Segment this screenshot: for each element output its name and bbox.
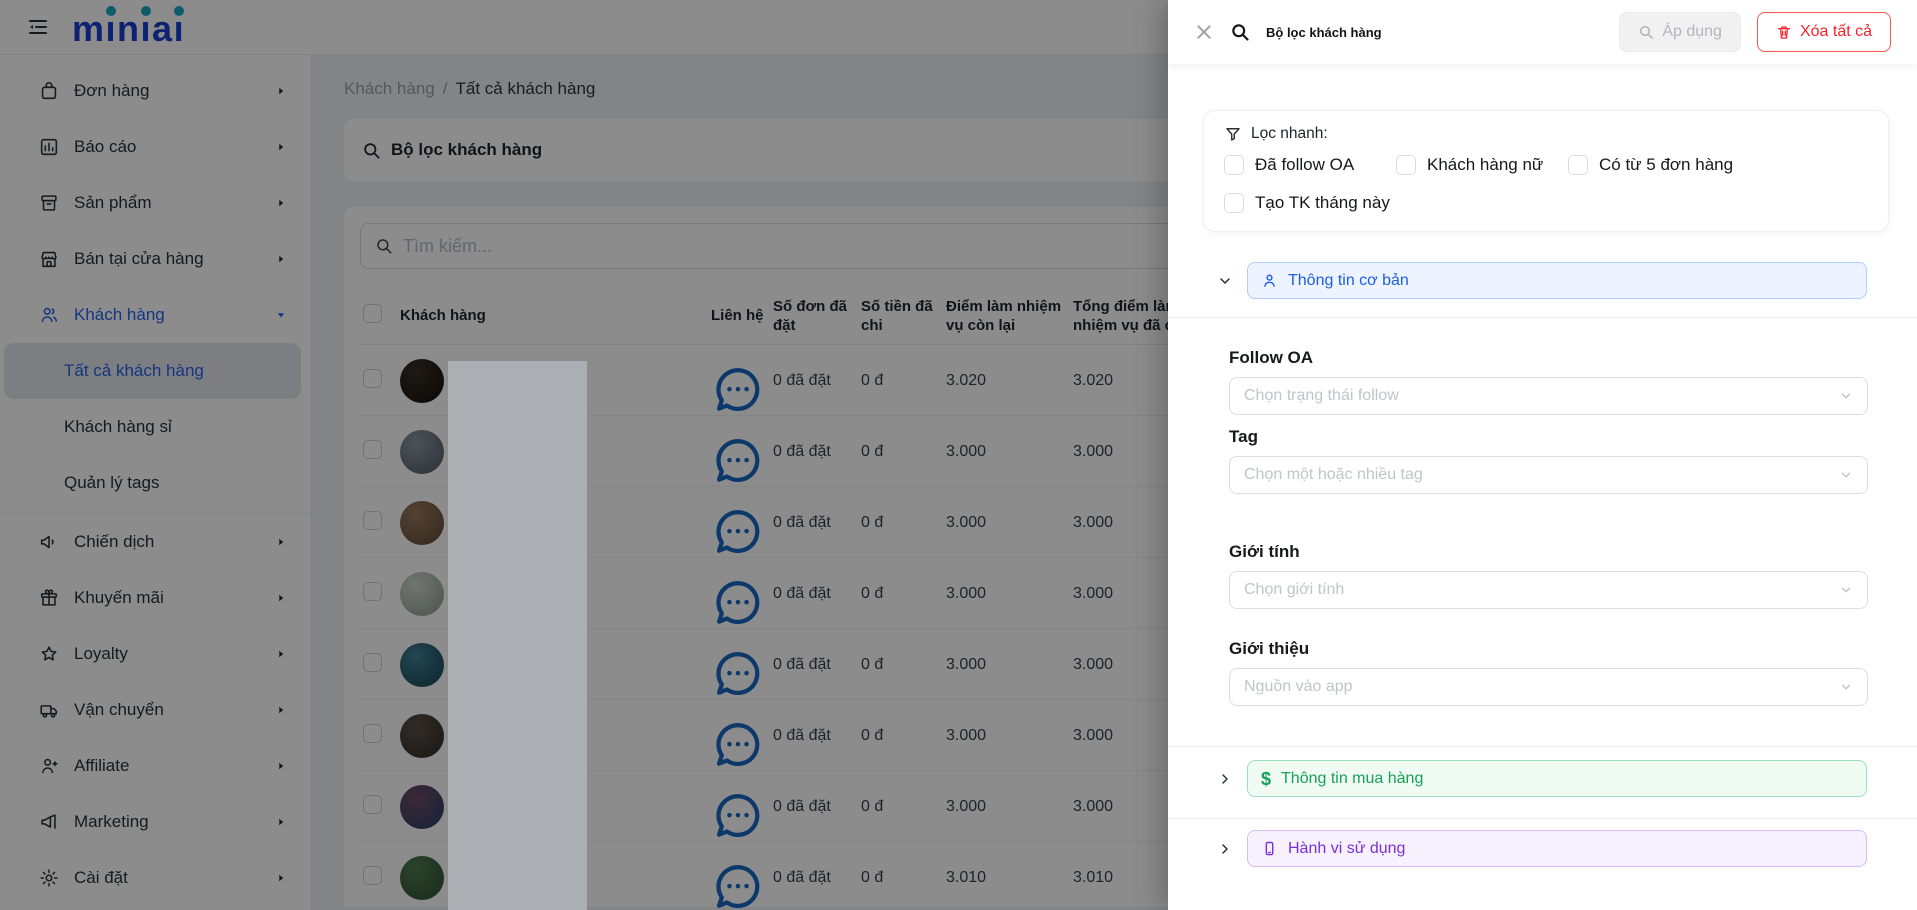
funnel-icon <box>1224 125 1242 143</box>
quick-filters-title: Lọc nhanh: <box>1224 125 1868 143</box>
chevron-down-icon <box>1839 583 1853 597</box>
chevron-right-icon[interactable] <box>1217 771 1233 787</box>
divider <box>1168 746 1917 747</box>
quick-filter-5-orders[interactable]: Có từ 5 đơn hàng <box>1568 155 1868 175</box>
field-gender: Giới tính Chọn giới tính <box>1229 542 1868 609</box>
clear-all-button[interactable]: Xóa tất cả <box>1757 12 1891 52</box>
quick-filter-female[interactable]: Khách hàng nữ <box>1396 155 1568 175</box>
follow-oa-select[interactable]: Chọn trạng thái follow <box>1229 377 1868 415</box>
chevron-down-icon[interactable] <box>1217 273 1233 289</box>
quick-filter-follow-oa[interactable]: Đã follow OA <box>1224 155 1396 175</box>
section-purchase-info: $ Thông tin mua hàng <box>1168 760 1917 797</box>
filter-search-icon <box>1230 22 1250 42</box>
section-basic-info: Thông tin cơ bản <box>1168 262 1917 299</box>
phone-icon <box>1261 840 1278 857</box>
referral-select[interactable]: Nguồn vào app <box>1229 668 1868 706</box>
basic-info-form: Follow OA Chọn trạng thái follow Tag Chọ… <box>1168 348 1917 706</box>
field-follow-oa: Follow OA Chọn trạng thái follow <box>1229 348 1868 415</box>
checkbox[interactable] <box>1568 155 1588 175</box>
checkbox[interactable] <box>1396 155 1416 175</box>
checkbox[interactable] <box>1224 155 1244 175</box>
chevron-right-icon[interactable] <box>1217 841 1233 857</box>
gender-select[interactable]: Chọn giới tính <box>1229 571 1868 609</box>
tag-select[interactable]: Chọn một hoặc nhiều tag <box>1229 456 1868 494</box>
redaction-overlay <box>448 361 587 910</box>
chevron-down-icon <box>1839 468 1853 482</box>
field-tag: Tag Chọn một hoặc nhiều tag <box>1229 427 1868 494</box>
section-usage-behavior-bar[interactable]: Hành vi sử dụng <box>1247 830 1867 867</box>
panel-title: Bộ lọc khách hàng <box>1266 25 1382 40</box>
customer-filter-panel: Bộ lọc khách hàng Áp dụng Xóa tất cả <box>1168 0 1917 910</box>
close-icon[interactable] <box>1194 22 1214 42</box>
trash-icon <box>1776 24 1792 40</box>
apply-button[interactable]: Áp dụng <box>1619 12 1741 52</box>
person-icon <box>1261 272 1278 289</box>
section-basic-info-bar[interactable]: Thông tin cơ bản <box>1247 262 1867 299</box>
chevron-down-icon <box>1839 389 1853 403</box>
field-referral: Giới thiệu Nguồn vào app <box>1229 639 1868 706</box>
screen: mınıaı Đơn hàngBáo cáoSản phẩmBán tại cử… <box>0 0 1917 910</box>
section-usage-behavior: Hành vi sử dụng <box>1168 830 1917 867</box>
search-icon <box>1638 24 1654 40</box>
quick-filter-created-this-month[interactable]: Tạo TK tháng này <box>1224 193 1396 213</box>
checkbox[interactable] <box>1224 193 1244 213</box>
quick-filter-options: Đã follow OA Khách hàng nữ Có từ 5 đơn h… <box>1224 155 1868 213</box>
section-purchase-info-bar[interactable]: $ Thông tin mua hàng <box>1247 760 1867 797</box>
divider <box>1168 818 1917 819</box>
panel-header: Bộ lọc khách hàng Áp dụng Xóa tất cả <box>1168 0 1917 64</box>
chevron-down-icon <box>1839 680 1853 694</box>
dollar-icon: $ <box>1261 770 1271 788</box>
divider <box>1168 317 1917 318</box>
quick-filters-card: Lọc nhanh: Đã follow OA Khách hàng nữ Có… <box>1203 110 1889 232</box>
